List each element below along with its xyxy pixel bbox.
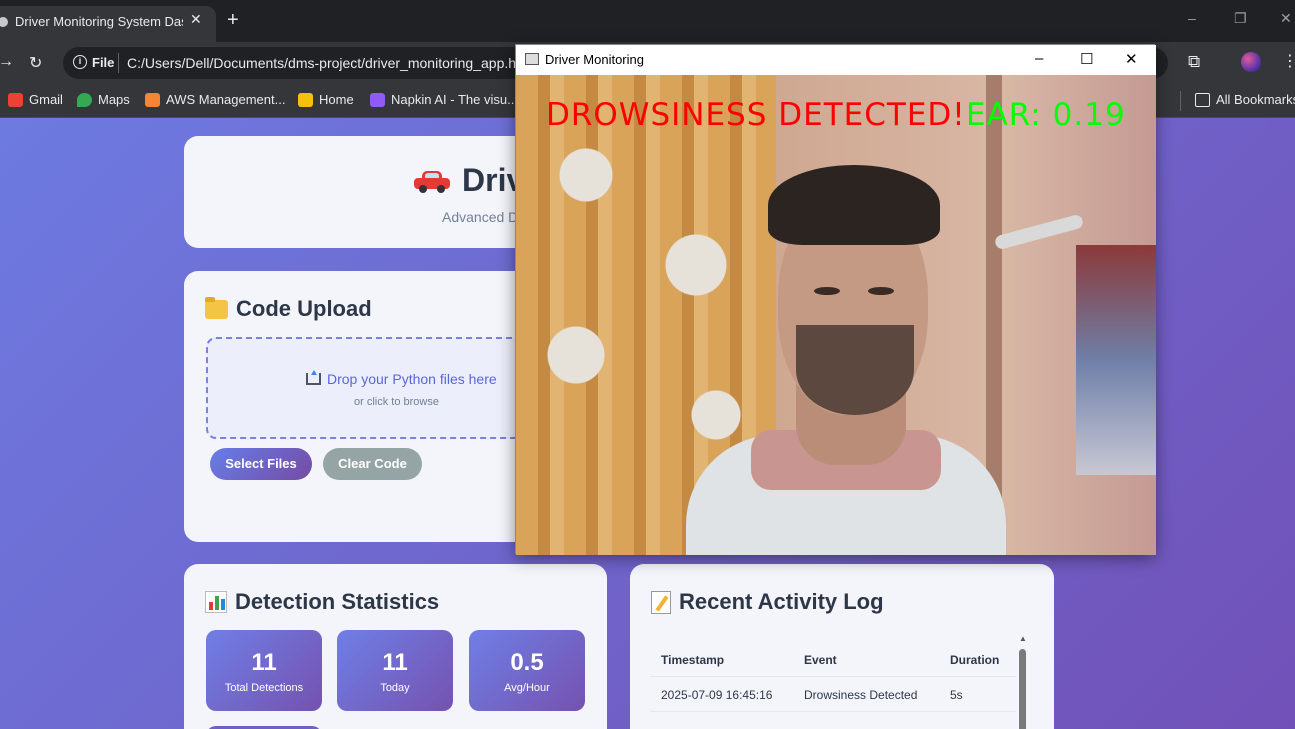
bookmark-home[interactable]: Home [298, 92, 354, 107]
address-separator [118, 53, 119, 73]
dropzone-label: Drop your Python files here [327, 371, 497, 387]
tab-close-icon[interactable]: ✕ [190, 11, 202, 28]
bookmark-gmail[interactable]: Gmail [8, 92, 63, 107]
bookmark-label: Maps [98, 92, 130, 107]
detection-statistics-title: Detection Statistics [205, 589, 439, 615]
upload-tray-icon [306, 370, 321, 385]
folder-icon [205, 296, 228, 319]
maps-icon [77, 92, 92, 107]
page-title: Driv [414, 162, 524, 199]
stat-value: 0.5 [510, 649, 544, 676]
column-header-duration: Duration [950, 653, 1000, 667]
dropzone-hint: or click to browse [354, 396, 439, 408]
stat-today: 11 Today [337, 630, 453, 711]
car-icon [414, 170, 450, 193]
bookmark-aws[interactable]: AWS Management... [145, 92, 285, 107]
detection-statistics-card: Detection Statistics 11 Total Detections… [184, 564, 607, 729]
table-header-row: Timestamp Event Duration [650, 642, 1016, 677]
tab-strip: Driver Monitoring System Dashb ✕ + – ❐ ✕ [0, 0, 1295, 42]
bookmark-label: Gmail [29, 92, 63, 107]
clothes-pile [1076, 245, 1156, 475]
bookmark-napkin[interactable]: Napkin AI - The visu... [370, 92, 518, 107]
bookmark-label: AWS Management... [166, 92, 286, 107]
monitor-window-titlebar[interactable]: Driver Monitoring – ☐ ✕ [516, 45, 1156, 75]
drowsiness-alert-text: DROWSINESS DETECTED! [546, 97, 966, 133]
close-window-button[interactable]: ✕ [1280, 10, 1292, 27]
code-upload-title: Code Upload [205, 296, 372, 322]
activity-log-card: Recent Activity Log Timestamp Event Dura… [630, 564, 1054, 729]
column-header-timestamp: Timestamp [661, 653, 725, 667]
code-upload-title-text: Code Upload [236, 296, 372, 321]
forward-arrow-icon[interactable]: → [0, 53, 14, 71]
bar-chart-icon [205, 591, 227, 613]
memo-icon [651, 590, 671, 614]
bookmark-label: Home [319, 92, 354, 107]
driver-monitoring-window: Driver Monitoring – ☐ ✕ DROWSINESS DETEC… [515, 44, 1156, 555]
activity-log-title: Recent Activity Log [651, 589, 884, 615]
stat-value: 11 [382, 649, 408, 676]
detection-statistics-title-text: Detection Statistics [235, 589, 440, 614]
tab-title: Driver Monitoring System Dashb [15, 14, 183, 29]
log-scrollbar[interactable]: ▲ [1019, 634, 1027, 729]
browser-menu-icon[interactable]: ⋮ [1282, 51, 1295, 71]
stat-label: Total Detections [224, 682, 304, 694]
page-subtitle: Advanced D [442, 209, 519, 225]
clear-code-button[interactable]: Clear Code [323, 448, 422, 480]
restore-window-button[interactable]: ❐ [1234, 10, 1247, 27]
monitor-minimize-button[interactable]: – [1035, 50, 1043, 67]
stat-total-detections: 11 Total Detections [206, 630, 322, 711]
aws-icon [145, 92, 160, 107]
reload-icon[interactable]: ↻ [29, 53, 42, 73]
monitor-window-title: Driver Monitoring [545, 52, 644, 67]
scroll-up-arrow-icon[interactable]: ▲ [1019, 634, 1027, 643]
column-header-event: Event [804, 653, 837, 667]
profile-avatar[interactable] [1241, 52, 1261, 72]
person-hair [768, 165, 940, 245]
new-tab-button[interactable]: + [227, 9, 239, 32]
stat-label: Avg/Hour [504, 682, 550, 694]
person-beard [796, 325, 914, 415]
cell-event: Drowsiness Detected [804, 688, 918, 702]
napkin-icon [370, 92, 385, 107]
right-eye [868, 287, 894, 295]
dropzone-main-text: Drop your Python files here [306, 370, 497, 387]
all-bookmarks-label: All Bookmarks [1216, 92, 1295, 107]
folder-icon [1195, 92, 1210, 107]
tab-favicon-icon [0, 15, 10, 29]
monitor-close-button[interactable]: ✕ [1125, 50, 1138, 68]
url-text[interactable]: C:/Users/Dell/Documents/dms-project/driv… [127, 55, 516, 71]
site-info-icon[interactable]: i [73, 55, 87, 69]
home-icon [298, 92, 313, 107]
webcam-frame: DROWSINESS DETECTED! EAR: 0.19 [516, 75, 1156, 555]
cell-timestamp: 2025-07-09 16:45:16 [661, 688, 773, 702]
all-bookmarks-folder[interactable]: All Bookmarks [1195, 92, 1295, 107]
select-files-button[interactable]: Select Files [210, 448, 312, 480]
stat-value: 11 [251, 649, 277, 676]
stat-avg-hour: 0.5 Avg/Hour [469, 630, 585, 711]
bookmark-maps[interactable]: Maps [77, 92, 130, 107]
bookmarks-separator [1180, 91, 1181, 111]
left-eye [814, 287, 840, 295]
browser-tab[interactable]: Driver Monitoring System Dashb ✕ [0, 6, 216, 42]
activity-log-title-text: Recent Activity Log [679, 589, 884, 614]
scrollbar-thumb[interactable] [1019, 649, 1026, 729]
extensions-puzzle-icon[interactable]: ⧉ [1188, 52, 1200, 72]
window-app-icon [525, 53, 539, 65]
stat-label: Today [380, 682, 410, 694]
gmail-icon [8, 92, 23, 107]
scheme-label[interactable]: File [92, 55, 114, 70]
ear-value-text: EAR: 0.19 [966, 97, 1126, 133]
cell-duration: 5s [950, 688, 963, 702]
monitor-maximize-button[interactable]: ☐ [1080, 50, 1093, 68]
minimize-window-button[interactable]: – [1188, 10, 1196, 26]
bookmark-label: Napkin AI - The visu... [391, 92, 518, 107]
table-row: 2025-07-09 16:45:16 Drowsiness Detected … [650, 677, 1016, 712]
